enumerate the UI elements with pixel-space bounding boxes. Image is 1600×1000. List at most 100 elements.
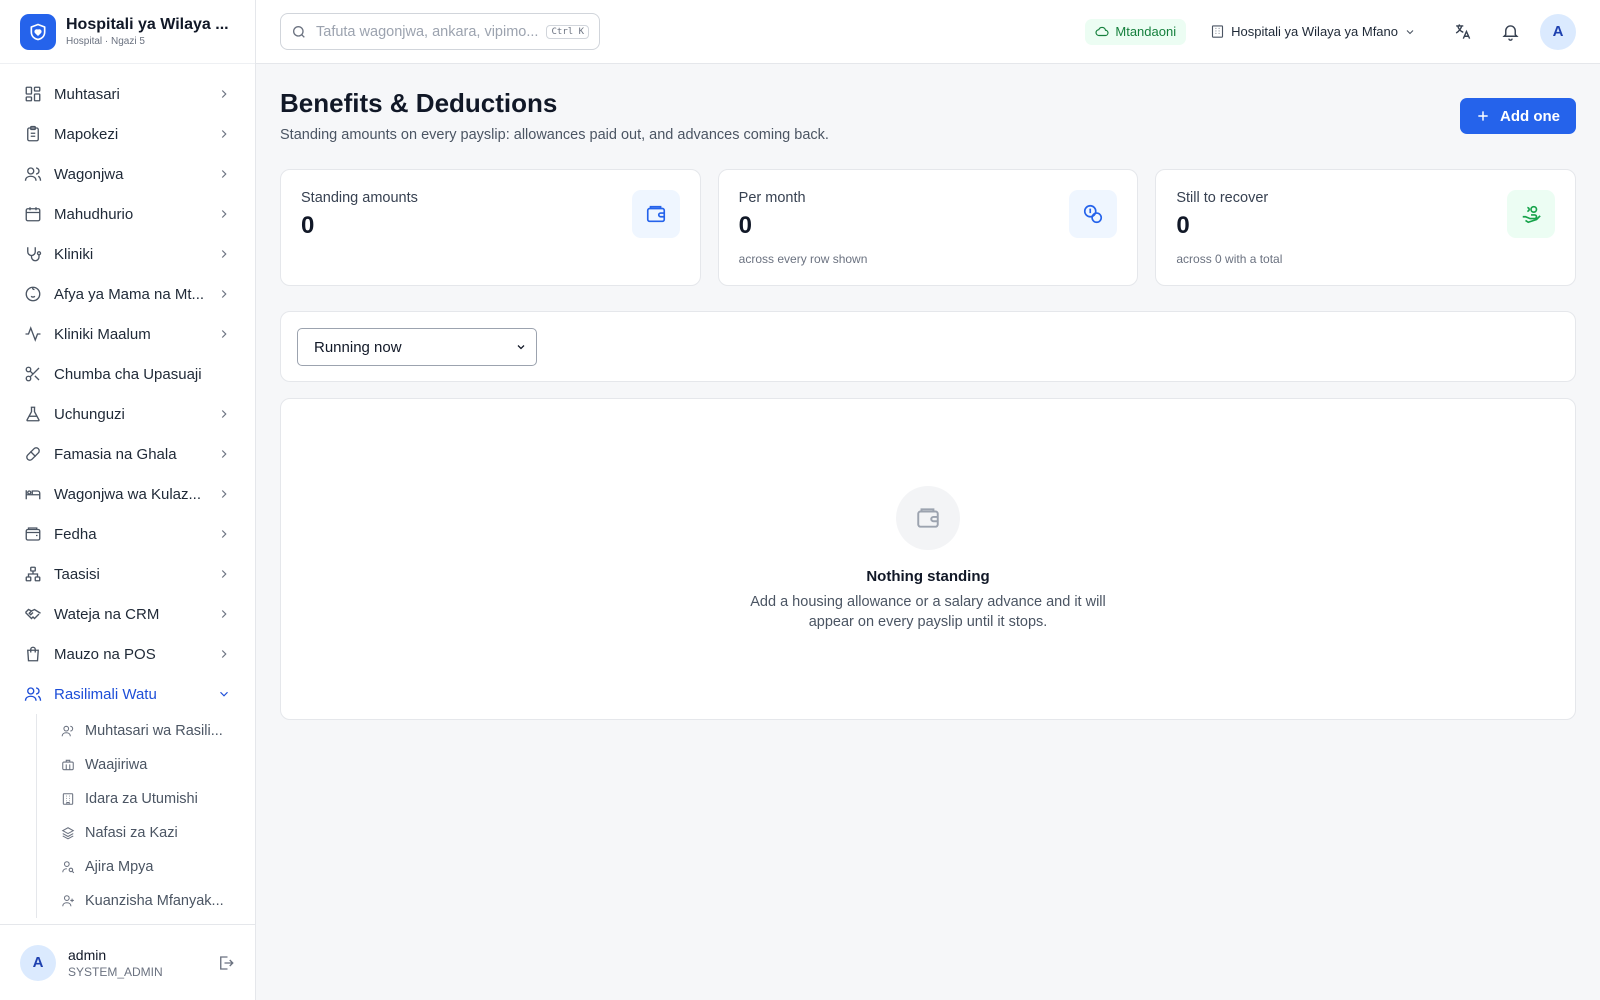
coins-icon: [1069, 190, 1118, 238]
sidebar-item-chumba-cha-upasuaji[interactable]: Chumba cha Upasuaji: [0, 354, 255, 394]
scissors-icon: [25, 366, 40, 382]
sidebar-item-mapokezi[interactable]: Mapokezi: [0, 114, 255, 154]
calendar-icon: [25, 207, 41, 222]
sidebar-item-famasia[interactable]: Famasia na Ghala: [0, 434, 255, 474]
sidebar-item-label: Rasilimali Watu: [54, 685, 157, 703]
sidebar-item-wagonjwa[interactable]: Wagonjwa: [0, 154, 255, 194]
plus-icon: [1478, 111, 1488, 121]
flask-icon: [26, 406, 40, 422]
sidebar-item-kliniki-maalum[interactable]: Kliniki Maalum: [0, 314, 255, 354]
avatar[interactable]: A: [1540, 13, 1576, 50]
sidebar-item-label: Wagonjwa: [54, 165, 124, 183]
wallet-icon: [25, 527, 41, 541]
sidebar-item-uchunguzi[interactable]: Uchunguzi: [0, 394, 255, 434]
dashboard-icon: [25, 86, 41, 102]
sidebar-item-mauzo-na-pos[interactable]: Mauzo na POS: [0, 634, 255, 674]
stat-value: 0: [301, 212, 315, 239]
subitem-waajiriwa[interactable]: Waajiriwa: [37, 748, 255, 782]
chevron-right-icon: [221, 530, 227, 538]
facility-name: Hospitali ya Wilaya ya Mfano: [1231, 24, 1398, 39]
stat-card-standing: Standing amounts 0: [280, 169, 701, 286]
sidebar-item-label: Muhtasari: [54, 85, 120, 103]
subitem-label: Nafasi za Kazi: [85, 825, 178, 841]
empty-title: Nothing standing: [866, 568, 990, 585]
stats-row: Standing amounts 0 Per month 0 across ev…: [280, 169, 1577, 286]
subitem-ajira-mpya[interactable]: Ajira Mpya: [37, 850, 255, 884]
sidebar-item-muhtasari[interactable]: Muhtasari: [0, 74, 255, 114]
subitem-label: Idara za Utumishi: [85, 791, 198, 807]
sidebar-item-wateja-na-crm[interactable]: Wateja na CRM: [0, 594, 255, 634]
stat-card-per-month: Per month 0 across every row shown: [717, 169, 1139, 286]
chevron-right-icon: [221, 450, 227, 458]
status-filter-select[interactable]: Running now: [297, 328, 537, 366]
topbar: Tafuta wagonjwa, ankara, vipimo... Ctrl …: [256, 0, 1600, 64]
chevron-right-icon: [221, 410, 227, 418]
handshake-icon: [25, 608, 41, 620]
chevron-down-icon: [220, 691, 228, 697]
sidebar-nav: Muhtasari Mapokezi Wagonjwa Mahudhurio K…: [0, 64, 255, 918]
stethoscope-icon: [27, 247, 42, 262]
user-name: admin: [68, 946, 107, 963]
search-placeholder: Tafuta wagonjwa, ankara, vipimo...: [316, 23, 539, 40]
sidebar-item-label: Mahudhurio: [54, 205, 134, 223]
sidebar-item-kliniki[interactable]: Kliniki: [0, 234, 255, 274]
sidebar-item-taasisi[interactable]: Taasisi: [0, 554, 255, 594]
search-icon: [293, 25, 305, 38]
subitem-muhtasari-rasilimali[interactable]: Muhtasari wa Rasili...: [37, 714, 255, 748]
filter-bar: Running now: [280, 311, 1576, 382]
subitem-kuanzisha-mfanyakazi[interactable]: Kuanzisha Mfanyak...: [37, 884, 255, 918]
shopping-bag-icon: [27, 646, 39, 662]
logout-icon[interactable]: [217, 954, 235, 972]
stat-note: across every row shown: [738, 252, 868, 266]
chevron-right-icon: [221, 130, 227, 138]
sidebar-item-label: Chumba cha Upasuaji: [54, 365, 202, 383]
sidebar-item-rasilimali-watu[interactable]: Rasilimali Watu: [0, 674, 255, 714]
stat-card-still-to-recover: Still to recover 0 across 0 with a total: [1155, 169, 1577, 286]
briefcase-icon: [62, 759, 74, 771]
sidebar-item-label: Famasia na Ghala: [54, 445, 177, 463]
user-role: SYSTEM_ADMIN: [68, 964, 163, 979]
hand-coins-icon: [1507, 190, 1556, 238]
chevron-down-icon: [517, 345, 525, 350]
sidebar-item-label: Afya ya Mama na Mt...: [54, 285, 205, 303]
brand[interactable]: Hospitali ya Wilaya ... Hospital · Ngazi…: [0, 0, 255, 64]
pill-icon: [26, 447, 40, 461]
chevron-right-icon: [221, 650, 227, 658]
main-content: Benefits & Deductions Standing amounts o…: [280, 64, 1577, 720]
subitem-nafasi-za-kazi[interactable]: Nafasi za Kazi: [37, 816, 255, 850]
stat-label: Still to recover: [1176, 190, 1269, 206]
chevron-right-icon: [221, 170, 227, 178]
cloud-icon: [1095, 26, 1109, 36]
sidebar-item-label: Mapokezi: [54, 125, 119, 143]
chevron-right-icon: [221, 610, 227, 618]
user-profile[interactable]: A admin SYSTEM_ADMIN: [0, 924, 255, 1000]
add-button[interactable]: Add one: [1460, 98, 1576, 134]
building-icon: [62, 793, 74, 805]
wallet-icon: [896, 486, 960, 550]
sidebar-item-label: Wateja na CRM: [54, 605, 160, 623]
sidebar-item-label: Uchunguzi: [54, 405, 125, 423]
chevron-right-icon: [221, 290, 227, 298]
layers-icon: [61, 827, 75, 840]
sidebar-item-label: Wagonjwa wa Kulaz...: [54, 485, 202, 503]
stat-note: across 0 with a total: [1176, 252, 1283, 266]
stat-value: 0: [738, 212, 753, 239]
subitem-label: Kuanzisha Mfanyak...: [85, 893, 224, 909]
user-plus-icon: [62, 895, 74, 907]
avatar: A: [20, 944, 56, 981]
users-icon: [24, 167, 42, 181]
chevron-right-icon: [221, 330, 227, 338]
notifications-button[interactable]: [1492, 14, 1528, 50]
sidebar-item-mahudhurio[interactable]: Mahudhurio: [0, 194, 255, 234]
building-icon: [1212, 25, 1224, 38]
sidebar-item-fedha[interactable]: Fedha: [0, 514, 255, 554]
sidebar-item-label: Kliniki: [54, 245, 94, 263]
search-shortcut: Ctrl K: [546, 24, 589, 39]
language-button[interactable]: [1444, 14, 1480, 50]
facility-selector[interactable]: Hospitali ya Wilaya ya Mfano: [1210, 24, 1416, 39]
subitem-idara-za-utumishi[interactable]: Idara za Utumishi: [37, 782, 255, 816]
sidebar-item-afya-ya-mama[interactable]: Afya ya Mama na Mt...: [0, 274, 255, 314]
search-input[interactable]: Tafuta wagonjwa, ankara, vipimo... Ctrl …: [280, 13, 600, 50]
empty-text: Add a housing allowance or a salary adva…: [750, 594, 1106, 630]
sidebar-item-wagonjwa-wa-kulaza[interactable]: Wagonjwa wa Kulaz...: [0, 474, 255, 514]
